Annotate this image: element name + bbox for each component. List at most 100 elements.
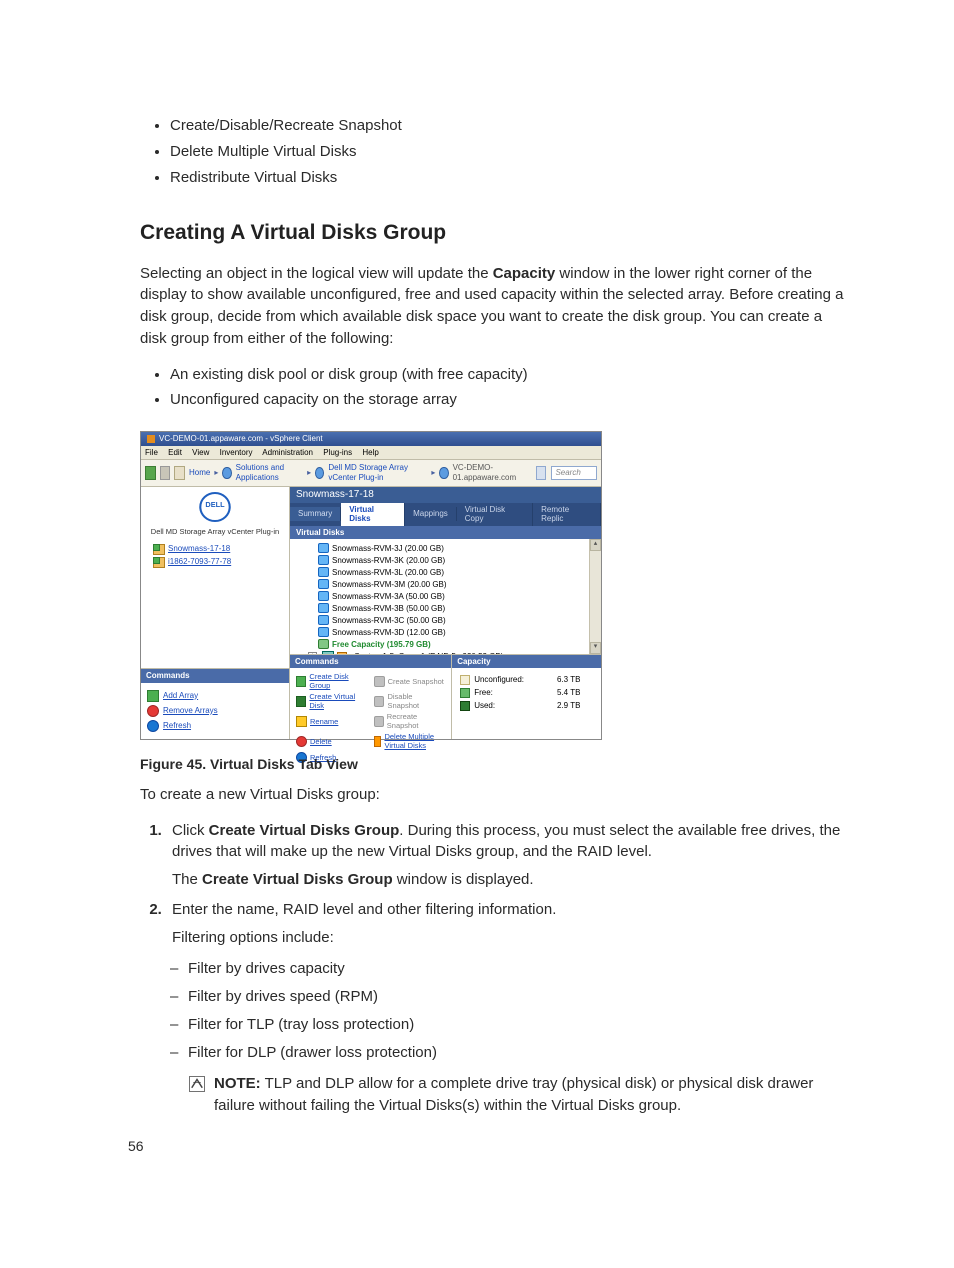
scroll-up-icon[interactable]: ▴ xyxy=(590,539,601,551)
disk-icon xyxy=(318,543,329,553)
right-panel: Snowmass-17-18 Summary Virtual Disks Map… xyxy=(290,487,601,739)
paragraph: Selecting an object in the logical view … xyxy=(140,263,844,350)
nav-back-icon[interactable] xyxy=(145,466,156,480)
menu-edit[interactable]: Edit xyxy=(168,448,182,457)
cmd-label: Create Snapshot xyxy=(388,677,444,686)
steps-list: Click Create Virtual Disks Group. During… xyxy=(140,820,844,1117)
cmd-label: Disable Snapshot xyxy=(387,692,445,710)
tree-item[interactable]: Snowmass-17-18 xyxy=(153,544,283,555)
group-icon xyxy=(322,651,334,654)
capacity-row-unconfigured: Unconfigured:6.3 TB xyxy=(460,675,593,685)
refresh-cmd[interactable]: Refresh xyxy=(147,720,283,732)
snapshot-icon xyxy=(374,716,384,727)
rename-icon xyxy=(296,716,307,727)
tree-label[interactable]: i1862-7093-77-78 xyxy=(168,557,231,567)
scrollbar[interactable]: ▴ ▾ xyxy=(589,539,601,653)
vd-label: Snowmass-RVM-3L (20.00 GB) xyxy=(332,568,444,578)
crumb-home[interactable]: Home xyxy=(189,468,210,478)
crumb-solutions[interactable]: Solutions and Applications xyxy=(236,463,304,482)
menu-administration[interactable]: Administration xyxy=(262,448,313,457)
disk-group-item[interactable]: +vCenter_1-5_Group1 (RAID 5 , 930.52 GB) xyxy=(308,651,597,654)
delete-cmd[interactable]: Delete xyxy=(296,732,368,750)
vd-item[interactable]: Snowmass-RVM-3J (20.00 GB) xyxy=(318,543,597,553)
vd-item[interactable]: Snowmass-RVM-3C (50.00 GB) xyxy=(318,615,597,625)
tab-virtual-disks[interactable]: Virtual Disks xyxy=(341,503,405,526)
vd-item[interactable]: Snowmass-RVM-3B (50.00 GB) xyxy=(318,603,597,613)
menu-help[interactable]: Help xyxy=(362,448,378,457)
tabs-row: Summary Virtual Disks Mappings Virtual D… xyxy=(290,503,601,526)
text: The xyxy=(172,871,202,888)
search-icon[interactable] xyxy=(536,466,547,480)
tab-summary[interactable]: Summary xyxy=(290,507,341,521)
page-number: 56 xyxy=(128,1136,144,1156)
menu-inventory[interactable]: Inventory xyxy=(220,448,253,457)
crumb-plugin[interactable]: Dell MD Storage Array vCenter Plug-in xyxy=(328,463,427,482)
tab-vd-copy[interactable]: Virtual Disk Copy xyxy=(457,503,533,526)
text: TLP and DLP allow for a complete drive t… xyxy=(214,1075,813,1114)
cap-value: 5.4 TB xyxy=(557,688,593,698)
home-icon[interactable] xyxy=(174,466,185,480)
capacity-row-used: Used:2.9 TB xyxy=(460,701,593,711)
cap-value: 2.9 TB xyxy=(557,701,593,711)
list-item: Filter for TLP (tray loss protection) xyxy=(188,1014,844,1036)
create-disk-group-cmd[interactable]: Create Disk Group xyxy=(296,672,368,690)
tab-mappings[interactable]: Mappings xyxy=(405,507,457,521)
menu-bar[interactable]: File Edit View Inventory Administration … xyxy=(141,446,601,461)
text: Click xyxy=(172,822,209,839)
add-array-cmd[interactable]: Add Array xyxy=(147,690,283,702)
vd-item[interactable]: Snowmass-RVM-3M (20.00 GB) xyxy=(318,579,597,589)
vd-label: Snowmass-RVM-3A (50.00 GB) xyxy=(332,592,445,602)
chevron-right-icon: ▸ xyxy=(431,468,435,478)
cmd-label: Refresh xyxy=(163,721,191,731)
vd-panel-header: Virtual Disks xyxy=(290,526,601,540)
free-swatch-icon xyxy=(460,688,470,698)
delete-icon xyxy=(296,736,307,747)
menu-view[interactable]: View xyxy=(192,448,209,457)
menu-file[interactable]: File xyxy=(145,448,158,457)
vd-item[interactable]: Snowmass-RVM-3A (50.00 GB) xyxy=(318,591,597,601)
disk-icon xyxy=(318,627,329,637)
capacity-row-free: Free:5.4 TB xyxy=(460,688,593,698)
expand-icon[interactable]: + xyxy=(308,652,317,654)
create-virtual-disk-cmd[interactable]: Create Virtual Disk xyxy=(296,692,368,710)
remove-arrays-cmd[interactable]: Remove Arrays xyxy=(147,705,283,717)
tree-label[interactable]: Snowmass-17-18 xyxy=(168,544,230,554)
scroll-track[interactable] xyxy=(590,551,601,641)
menu-plugins[interactable]: Plug-ins xyxy=(323,448,352,457)
list-item: Create/Disable/Recreate Snapshot xyxy=(170,115,844,137)
free-capacity-item[interactable]: Free Capacity (195.79 GB) xyxy=(318,639,597,649)
window-titlebar: VC-DEMO-01.appaware.com - vSphere Client xyxy=(141,432,601,446)
step-sub: The Create Virtual Disks Group window is… xyxy=(172,869,844,891)
vd-item[interactable]: Snowmass-RVM-3L (20.00 GB) xyxy=(318,567,597,577)
text-strong: Capacity xyxy=(493,265,556,282)
delete-multiple-cmd[interactable]: Delete Multiple Virtual Disks xyxy=(374,732,446,750)
free-disk-icon xyxy=(318,639,329,649)
tab-remote-replic[interactable]: Remote Replic xyxy=(533,503,601,526)
step-2: Enter the name, RAID level and other fil… xyxy=(166,899,844,1117)
array-title: Snowmass-17-18 xyxy=(290,487,601,503)
cmd-label: Delete Multiple Virtual Disks xyxy=(384,732,445,750)
filter-options-list: Filter by drives capacity Filter by driv… xyxy=(172,958,844,1063)
intro-bullet-list: Create/Disable/Recreate Snapshot Delete … xyxy=(140,115,844,188)
cap-label: Unconfigured: xyxy=(474,675,553,685)
host-icon xyxy=(439,467,448,479)
vd-item[interactable]: Snowmass-RVM-3K (20.00 GB) xyxy=(318,555,597,565)
nav-forward-icon[interactable] xyxy=(160,466,171,480)
recreate-snapshot-cmd: Recreate Snapshot xyxy=(374,712,446,730)
search-input[interactable]: Search xyxy=(551,466,597,480)
vd-item[interactable]: Snowmass-RVM-3D (12.00 GB) xyxy=(318,627,597,637)
app-icon xyxy=(147,435,155,443)
section-heading: Creating A Virtual Disks Group xyxy=(140,218,844,248)
list-item: Filter by drives speed (RPM) xyxy=(188,986,844,1008)
add-icon xyxy=(147,690,159,702)
chevron-right-icon: ▸ xyxy=(307,468,311,478)
list-item: Filter by drives capacity xyxy=(188,958,844,980)
cmd-label: Recreate Snapshot xyxy=(387,712,445,730)
vd-tree[interactable]: Snowmass-RVM-3J (20.00 GB) Snowmass-RVM-… xyxy=(290,539,601,654)
array-tree: Snowmass-17-18 i1862-7093-77-78 xyxy=(141,540,289,572)
tree-item[interactable]: i1862-7093-77-78 xyxy=(153,557,283,568)
left-commands-panel: Commands Add Array Remove Arrays Refresh xyxy=(141,668,289,739)
scroll-down-icon[interactable]: ▾ xyxy=(590,642,601,654)
vd-label: Snowmass-RVM-3D (12.00 GB) xyxy=(332,628,446,638)
rename-cmd[interactable]: Rename xyxy=(296,712,368,730)
